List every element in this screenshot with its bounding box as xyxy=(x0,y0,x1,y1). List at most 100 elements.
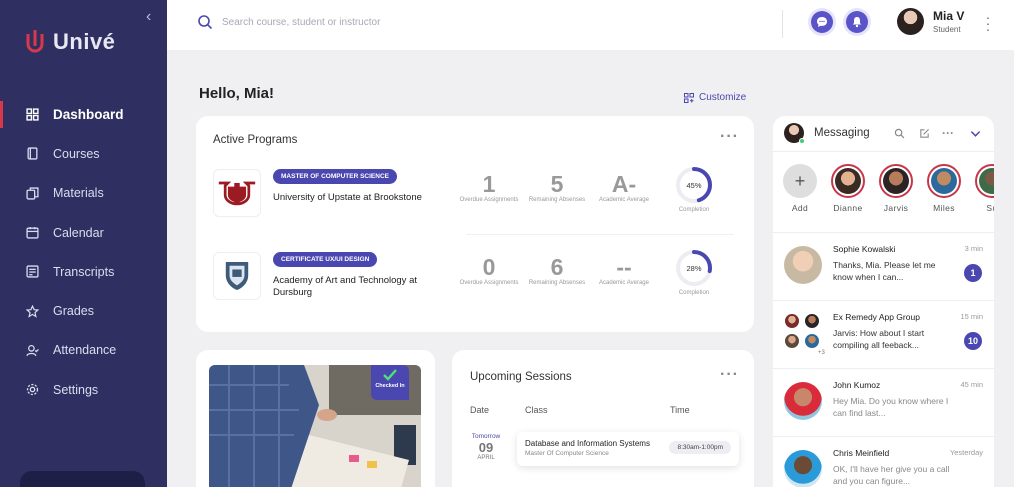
sidebar-item-label: Dashboard xyxy=(53,107,124,123)
story-dianne[interactable]: Dianne xyxy=(828,164,868,213)
sidebar: ‹ Univé Dashboard Courses Materials Cale… xyxy=(0,0,167,487)
checkin-card[interactable]: Checked In xyxy=(196,350,435,487)
checkmark-icon xyxy=(383,369,397,381)
avatar xyxy=(804,313,820,329)
checked-in-badge: Checked In xyxy=(371,365,409,400)
customize-button[interactable]: Customize xyxy=(684,92,746,103)
divider xyxy=(466,234,734,235)
topbar: Mia V Student ··· xyxy=(167,0,1014,50)
stat-label: Completion xyxy=(678,290,710,296)
sidebar-item-courses[interactable]: Courses xyxy=(0,134,167,173)
messages-button[interactable] xyxy=(811,11,833,33)
thread-preview: Thanks, Mia. Please let me know when I c… xyxy=(833,260,936,282)
avatar xyxy=(784,382,822,420)
thread-time: 3 min xyxy=(964,244,983,253)
sidebar-item-label: Attendance xyxy=(53,343,117,358)
unread-badge: 10 xyxy=(964,332,982,350)
progress-text: 45% xyxy=(686,181,701,190)
sidebar-item-transcripts[interactable]: Transcripts xyxy=(0,252,167,291)
program-badge: Certificate UX/UI Design xyxy=(273,252,378,267)
sidebar-item-attendance[interactable]: Attendance xyxy=(0,331,167,370)
message-thread[interactable]: John Kumoz 45 min Hey Mia. Do you know w… xyxy=(773,368,994,434)
sidebar-item-grades[interactable]: Grades xyxy=(0,291,167,330)
compose-button[interactable] xyxy=(917,126,931,140)
search-messages-button[interactable] xyxy=(892,126,906,140)
story-miles[interactable]: Miles xyxy=(924,164,964,213)
thread-name: John Kumoz xyxy=(833,380,881,390)
more-options-icon[interactable]: ··· xyxy=(720,366,739,384)
avatar xyxy=(883,168,909,194)
messaging-title: Messaging xyxy=(814,127,870,139)
more-options-icon[interactable]: ··· xyxy=(720,128,739,146)
stat-label: Remaining Absenses xyxy=(528,197,586,203)
thread-name: Chris Meinfield xyxy=(833,448,890,458)
story-su[interactable]: Su xyxy=(972,164,994,213)
progress-ring: 45% xyxy=(676,167,712,203)
sidebar-item-calendar[interactable]: Calendar xyxy=(0,213,167,252)
active-programs-card: Active Programs ··· Master of Computer S… xyxy=(196,116,754,332)
stat-value: 6 xyxy=(550,254,564,280)
progress-ring: 28% xyxy=(676,250,712,286)
session-day: 09 xyxy=(478,440,494,455)
sidebar-bottom-panel[interactable] xyxy=(20,471,145,487)
academy-logo xyxy=(213,252,261,300)
avatar xyxy=(931,168,957,194)
sidebar-item-materials[interactable]: Materials xyxy=(0,174,167,213)
search-icon xyxy=(894,128,904,138)
sidebar-item-label: Materials xyxy=(53,186,104,201)
user-name: Mia V xyxy=(933,9,965,23)
sidebar-item-settings[interactable]: Settings xyxy=(0,370,167,409)
card-title: Active Programs xyxy=(213,134,298,146)
session-day-label: Tomorrow xyxy=(471,433,501,440)
story-label: Dianne xyxy=(833,203,863,213)
add-contact-button[interactable]: + Add xyxy=(780,164,820,213)
completion-progress: 45% Completion xyxy=(664,166,724,215)
grid-icon xyxy=(26,108,39,121)
search-icon xyxy=(198,15,213,30)
program-badge: Master of Computer Science xyxy=(273,169,397,184)
gear-icon xyxy=(26,383,39,396)
attendance-icon xyxy=(26,344,39,357)
more-options-icon[interactable]: ··· xyxy=(985,10,991,36)
plus-icon: + xyxy=(783,164,817,198)
message-thread[interactable]: Sophie Kowalski 3 min Thanks, Mia. Pleas… xyxy=(773,232,994,298)
overdue-stat: 0 Overdue Assignments xyxy=(459,254,519,288)
notifications-button[interactable] xyxy=(846,11,868,33)
collapse-messaging-button[interactable] xyxy=(968,126,982,140)
thread-name: Ex Remedy App Group xyxy=(833,312,920,322)
story-jarvis[interactable]: Jarvis xyxy=(876,164,916,213)
absences-stat: 6 Remaining Absenses xyxy=(527,254,587,288)
online-status-dot xyxy=(799,138,805,144)
avatar xyxy=(835,168,861,194)
column-header-date: Date xyxy=(470,405,490,415)
thread-time: 15 min xyxy=(960,312,983,321)
sidebar-item-dashboard[interactable]: Dashboard xyxy=(0,95,167,134)
column-header-time: Time xyxy=(670,405,690,415)
customize-icon xyxy=(684,92,694,103)
sidebar-item-label: Transcripts xyxy=(53,264,115,279)
story-label: Add xyxy=(791,203,809,213)
sidebar-item-label: Settings xyxy=(53,382,99,397)
avatar[interactable] xyxy=(897,8,924,35)
unread-badge: 1 xyxy=(964,264,982,282)
checked-in-label: Checked In xyxy=(375,383,405,389)
message-thread[interactable]: +3 Ex Remedy App Group 15 min Jarvis: Ho… xyxy=(773,300,994,366)
customize-label: Customize xyxy=(699,92,747,103)
program-name: Academy of Art and Technology at Dursbur… xyxy=(273,275,417,298)
absences-stat: 5 Remaining Absenses xyxy=(527,171,587,205)
session-date: Tomorrow 09 APRIL xyxy=(470,433,502,461)
search-input[interactable] xyxy=(222,13,522,31)
more-options-icon[interactable]: ··· xyxy=(941,126,955,140)
logo[interactable]: Univé xyxy=(25,28,115,56)
logo-icon xyxy=(26,30,44,53)
collapse-sidebar-icon[interactable]: ‹ xyxy=(146,8,151,26)
session-item[interactable]: Database and Information Systems Master … xyxy=(517,432,739,466)
program-row[interactable]: Certificate UX/UI Design Academy of Art … xyxy=(196,249,754,329)
overdue-stat: 1 Overdue Assignments xyxy=(459,171,519,205)
sidebar-nav: Dashboard Courses Materials Calendar Tra… xyxy=(0,95,167,409)
message-thread[interactable]: Chris Meinfield Yesterday OK, I'll have … xyxy=(773,436,994,487)
stat-label: Academic Average xyxy=(599,197,649,203)
avatar xyxy=(804,333,820,349)
story-label: Jarvis xyxy=(883,203,909,213)
story-label: Miles xyxy=(933,203,955,213)
